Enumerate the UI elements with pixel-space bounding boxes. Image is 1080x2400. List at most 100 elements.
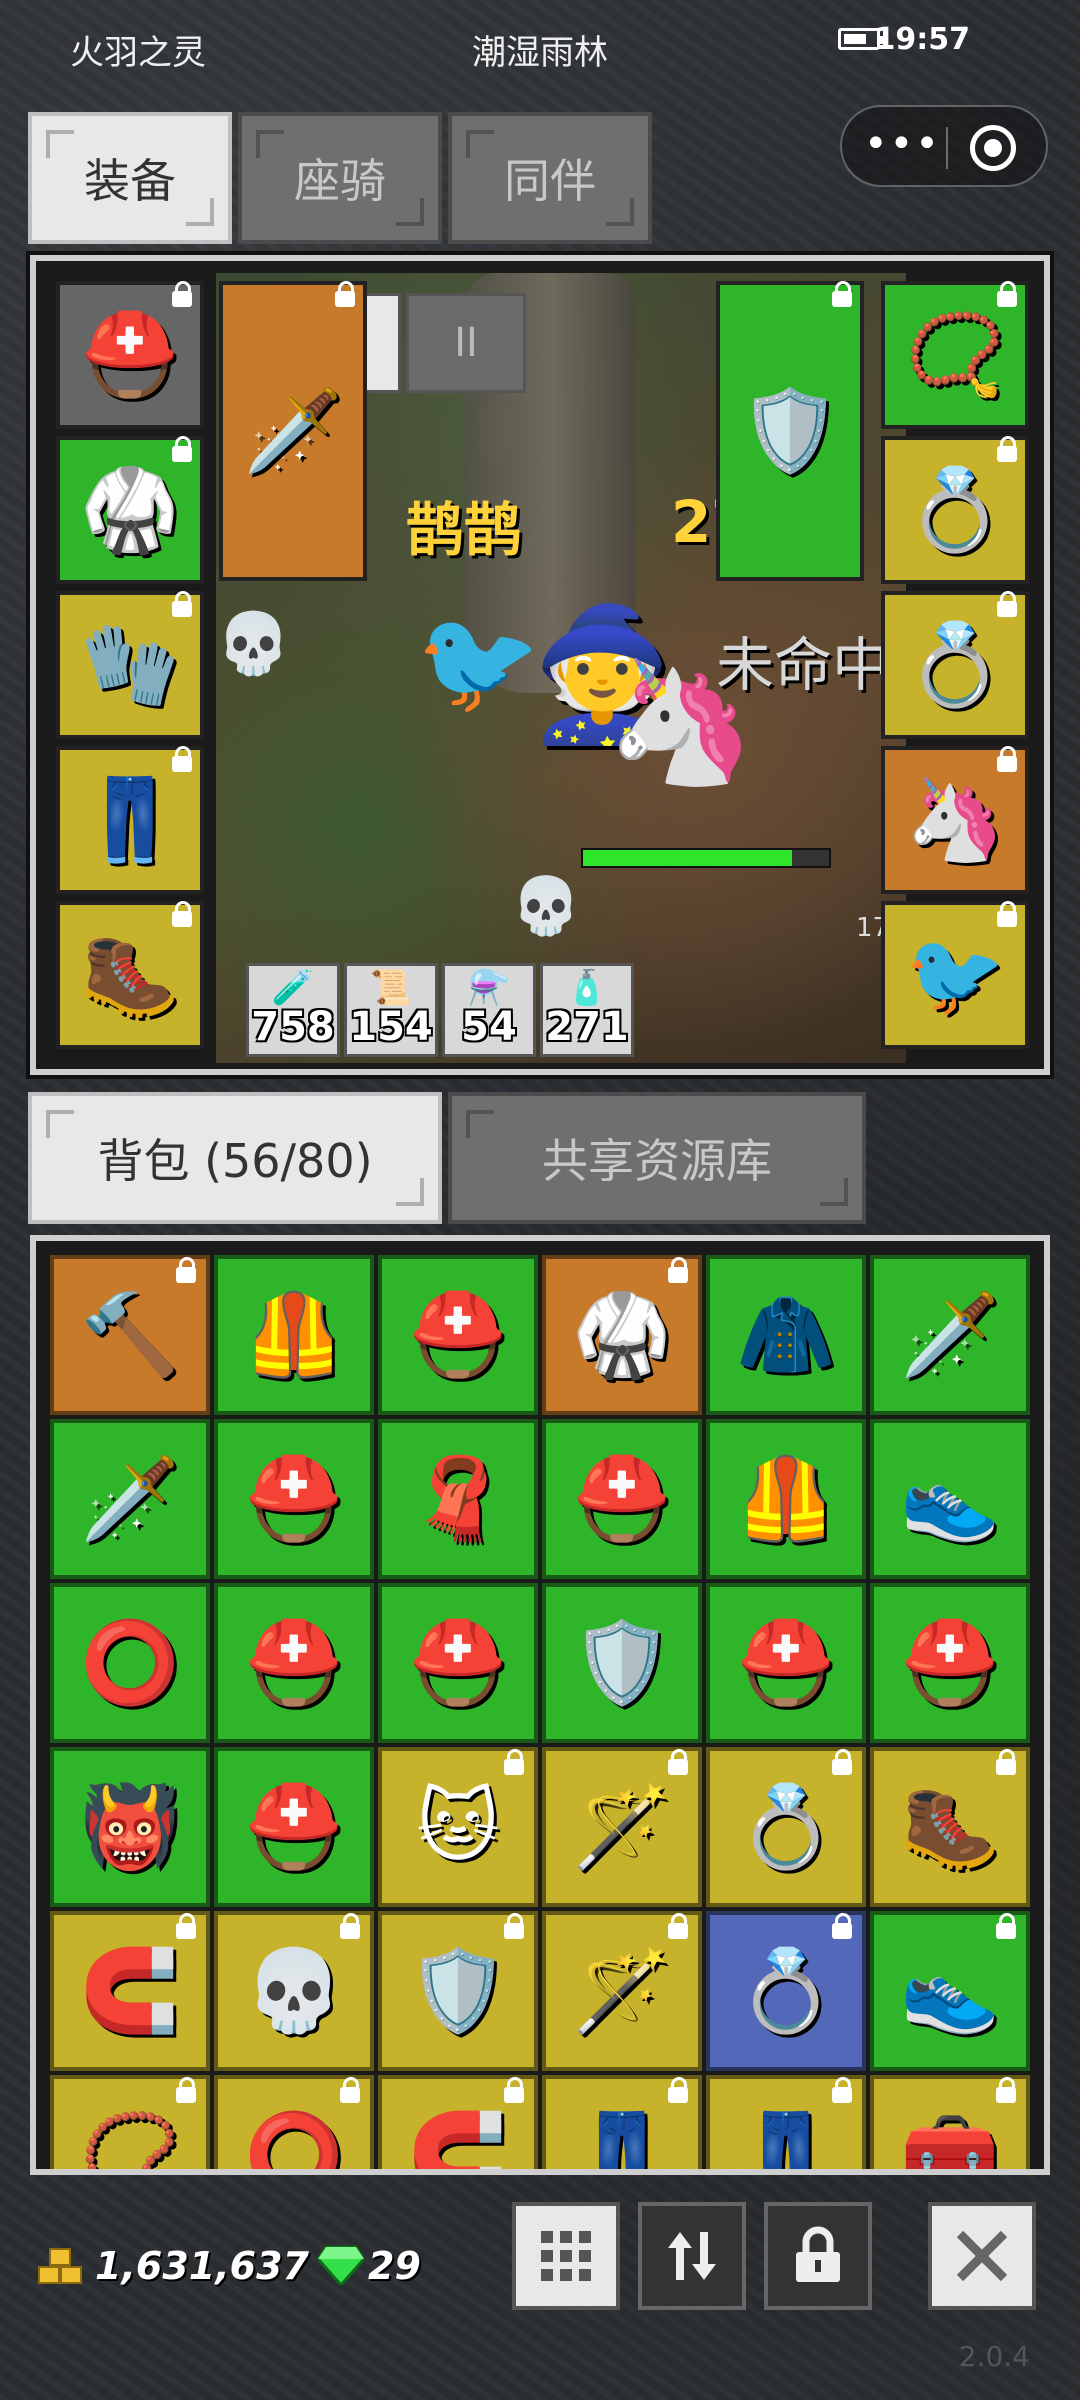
bag-slot[interactable]: 🦺 <box>214 1255 374 1415</box>
tab-shared-storage[interactable]: 共享资源库 <box>448 1092 866 1224</box>
consumable-slot[interactable]: 📜 154 <box>344 963 438 1057</box>
scepter-icon: 🪄 <box>572 1944 672 2037</box>
tab-mount[interactable]: 座骑 <box>238 112 442 244</box>
companion-name: 鹊鹊 <box>406 496 523 564</box>
bag-slot[interactable]: ⭕ <box>50 1583 210 1743</box>
more-icon[interactable]: ••• <box>864 124 939 167</box>
boots-icon: 🥾 <box>900 1780 1000 1873</box>
lock-icon <box>997 281 1017 307</box>
bag-slot[interactable]: ⛑️ <box>870 1583 1030 1743</box>
bag-slot[interactable]: 🛡️ <box>378 1911 538 2071</box>
amulet-icon: 📿 <box>905 308 1005 401</box>
lock-icon <box>668 1749 688 1775</box>
consumable-slot[interactable]: ⚗️ 54 <box>442 963 536 1057</box>
equip-slot-weapon[interactable]: 🗡️ <box>219 281 367 581</box>
bag-slot[interactable]: 🥋 <box>542 1255 702 1415</box>
consumable-count: 758 <box>251 1004 335 1050</box>
helmet-icon: ⛑️ <box>244 1616 344 1709</box>
bronze-armor-icon: 🛡️ <box>572 1616 672 1709</box>
bag-slot[interactable]: 🧲 <box>50 1911 210 2071</box>
bag-slot[interactable]: 👹 <box>50 1747 210 1907</box>
bag-slot[interactable]: ⛑️ <box>214 1583 374 1743</box>
chest-armor-icon: 🥋 <box>80 463 180 556</box>
bag-slot[interactable]: 👟 <box>870 1419 1030 1579</box>
bag-slot[interactable]: 👖 <box>706 2075 866 2175</box>
equip-slot-gloves[interactable]: 🧤 <box>56 591 204 739</box>
equip-slot-legs[interactable]: 👖 <box>56 746 204 894</box>
gauntlet-icon: 🧤 <box>80 618 180 711</box>
page-button-2[interactable]: II <box>406 293 526 393</box>
bag-slot[interactable]: 🧰 <box>870 2075 1030 2169</box>
equip-slot-pet[interactable]: 🐦 <box>881 901 1029 1049</box>
sort-button[interactable] <box>638 2202 746 2310</box>
bag-slot[interactable]: 📿 <box>50 2075 210 2175</box>
lock-icon <box>832 1913 852 1939</box>
helmet-icon: ⛑️ <box>572 1452 672 1545</box>
equip-slot-ring-1[interactable]: 💍 <box>881 436 1029 584</box>
tab-companion[interactable]: 同伴 <box>448 112 652 244</box>
tab-equipment[interactable]: 装备 <box>28 112 232 244</box>
equipment-panel: 鹊鹊 272 未命中 🧙 🦄 🐦 💀 💀 17 I II 🧪758 📜154 ⚗… <box>26 251 1054 1079</box>
bracelet-icon: ⭕ <box>244 2108 344 2175</box>
green-robe-icon: 🧥 <box>736 1288 836 1381</box>
lock-icon <box>796 2226 840 2282</box>
equip-slot-offhand[interactable]: 🛡️ <box>716 281 864 581</box>
bag-slot[interactable]: 🦺 <box>706 1419 866 1579</box>
bag-slot[interactable]: 🧲 <box>378 2075 538 2169</box>
status-bar: 火羽之灵 潮湿雨林 19:57 <box>0 0 1080 95</box>
bag-slot[interactable]: 🥾 <box>870 1747 1030 1907</box>
lock-icon <box>996 1749 1016 1775</box>
bag-slot[interactable]: ⭕ <box>214 2075 374 2175</box>
teal-shield-icon: 🛡️ <box>740 384 840 477</box>
bag-slot[interactable]: 🪄 <box>542 1747 702 1907</box>
grid-view-button[interactable] <box>512 2202 620 2310</box>
bag-slot[interactable]: 🗡️ <box>50 1419 210 1579</box>
bag-slot[interactable]: 🛡️ <box>542 1583 702 1743</box>
bag-slot[interactable]: ⛑️ <box>542 1419 702 1579</box>
miniprogram-capsule: ••• <box>840 105 1048 187</box>
greaves-icon: 👖 <box>736 2108 836 2175</box>
bag-slot[interactable]: ⛑️ <box>214 1747 374 1907</box>
bag-slot[interactable]: 👖 <box>542 2075 702 2169</box>
bag-slot[interactable]: ⛑️ <box>214 1419 374 1579</box>
bag-slot[interactable]: 🐱 <box>378 1747 538 1907</box>
bag-slot[interactable]: 🗡️ <box>870 1255 1030 1415</box>
red-cloak-icon: 🧣 <box>408 1452 508 1545</box>
equip-slot-amulet[interactable]: 📿 <box>881 281 1029 429</box>
lock-icon <box>176 2077 196 2103</box>
red-sword-icon: 🗡️ <box>900 1288 1000 1381</box>
bag-slot[interactable]: ⛑️ <box>378 1583 538 1743</box>
equip-slot-chest[interactable]: 🥋 <box>56 436 204 584</box>
bag-slot[interactable]: 🪄 <box>542 1911 702 2071</box>
lock-icon <box>832 281 852 307</box>
exit-target-icon[interactable] <box>970 125 1016 171</box>
mace-icon: 🔨 <box>80 1288 180 1381</box>
gold-helmet-icon: ⛑️ <box>408 1616 508 1709</box>
staff-icon: 🪄 <box>572 1780 672 1873</box>
tab-backpack[interactable]: 背包 (56/80) <box>28 1092 442 1224</box>
bag-slot[interactable]: ⛑️ <box>378 1255 538 1415</box>
bag-slot[interactable]: 💀 <box>214 1911 374 2071</box>
bag-slot[interactable]: ⛑️ <box>706 1583 866 1743</box>
bag-slot[interactable]: 👟 <box>870 1911 1030 2071</box>
equip-slot-helmet[interactable]: ⛑️ <box>56 281 204 429</box>
bag-slot[interactable]: 💍 <box>706 1911 866 2071</box>
close-button[interactable] <box>928 2202 1036 2310</box>
bag-slot[interactable]: 🔨 <box>50 1255 210 1415</box>
consumable-slot[interactable]: 🧴 271 <box>540 963 634 1057</box>
bottom-bar: 1,631,637 29 2.0.4 <box>0 2190 1080 2400</box>
tab-mount-label: 座骑 <box>294 154 386 208</box>
bag-slot[interactable]: 🧣 <box>378 1419 538 1579</box>
bag-slot[interactable]: 🧥 <box>706 1255 866 1415</box>
amulet-icon: 📿 <box>80 2108 180 2175</box>
equip-slot-ring-2[interactable]: 💍 <box>881 591 1029 739</box>
equip-slot-mount[interactable]: 🦄 <box>881 746 1029 894</box>
consumable-slot[interactable]: 🧪 758 <box>246 963 340 1057</box>
helmet-icon: ⛑️ <box>244 1452 344 1545</box>
tab-equipment-label: 装备 <box>84 154 176 208</box>
equip-slot-boots[interactable]: 🥾 <box>56 901 204 1049</box>
unicorn-mount-icon: 🦄 <box>905 773 1005 866</box>
lock-button[interactable] <box>764 2202 872 2310</box>
bag-slot[interactable]: 💍 <box>706 1747 866 1907</box>
gold-coins-icon <box>38 2248 86 2288</box>
